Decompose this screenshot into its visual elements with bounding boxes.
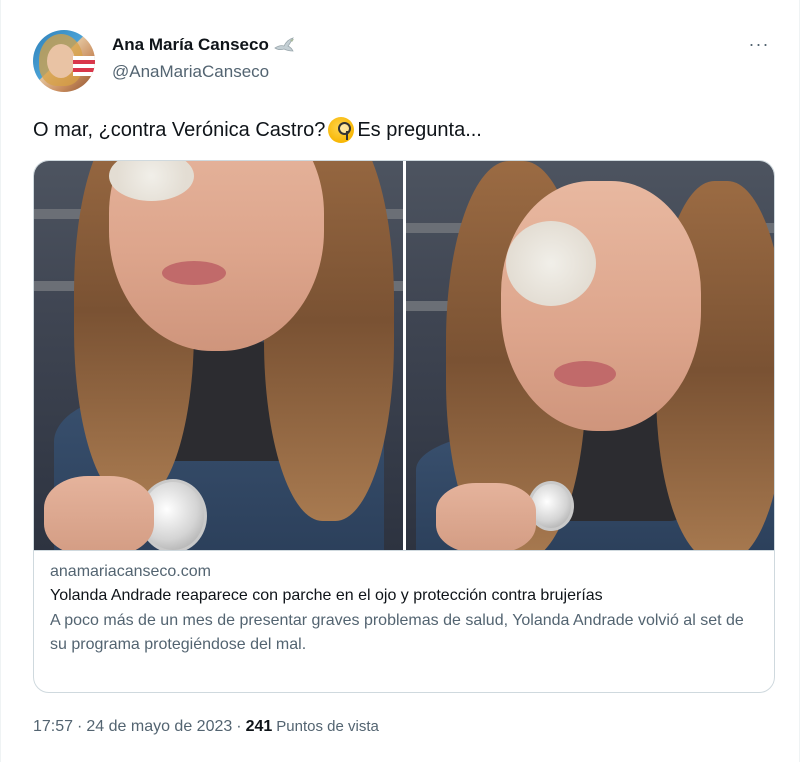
tweet-text: O mar, ¿contra Verónica Castro? Es pregu… <box>33 117 482 143</box>
views-count: 241 <box>245 718 273 735</box>
meta-separator: · <box>236 718 242 735</box>
tweet-metadata: 17:57 · 24 de mayo de 2023 · 241 Puntos … <box>33 718 379 736</box>
tweet-text-part-1: O mar, ¿contra Verónica Castro? <box>33 118 326 141</box>
avatar[interactable] <box>33 30 95 92</box>
tweet-date[interactable]: 24 de mayo de 2023 <box>86 718 232 736</box>
author-name-row: Ana María Canseco <box>112 35 295 55</box>
card-image[interactable] <box>34 161 774 550</box>
hand <box>435 483 536 550</box>
lips <box>162 261 226 285</box>
dove-icon <box>273 36 295 54</box>
views-label: Puntos de vista <box>276 718 379 735</box>
face <box>500 181 701 431</box>
more-options-button[interactable]: ··· <box>745 34 773 54</box>
avatar-face <box>47 44 75 78</box>
card-description: A poco más de un mes de presentar graves… <box>50 612 744 653</box>
card-domain: anamariacanseco.com <box>50 563 211 580</box>
avatar-flag <box>73 56 95 76</box>
lips <box>553 361 616 387</box>
card-text: anamariacanseco.com Yolanda Andrade reap… <box>34 550 774 657</box>
card-image-right <box>405 161 774 550</box>
meta-separator: · <box>77 718 83 735</box>
author-display-name[interactable]: Ana María Canseco <box>112 35 269 55</box>
hand <box>44 476 154 550</box>
link-card[interactable]: anamariacanseco.com Yolanda Andrade reap… <box>33 160 775 693</box>
card-image-left <box>34 161 403 550</box>
face-with-monocle-icon <box>328 117 355 143</box>
eye-patch <box>505 221 596 306</box>
tweet-time[interactable]: 17:57 <box>33 718 73 736</box>
author-handle[interactable]: @AnaMariaCanseco <box>112 62 269 82</box>
tweet-text-part-2: Es pregunta... <box>357 118 482 141</box>
card-title[interactable]: Yolanda Andrade reaparece con parche en … <box>50 585 758 606</box>
tweet: Ana María Canseco @AnaMariaCanseco ··· O… <box>0 0 800 762</box>
